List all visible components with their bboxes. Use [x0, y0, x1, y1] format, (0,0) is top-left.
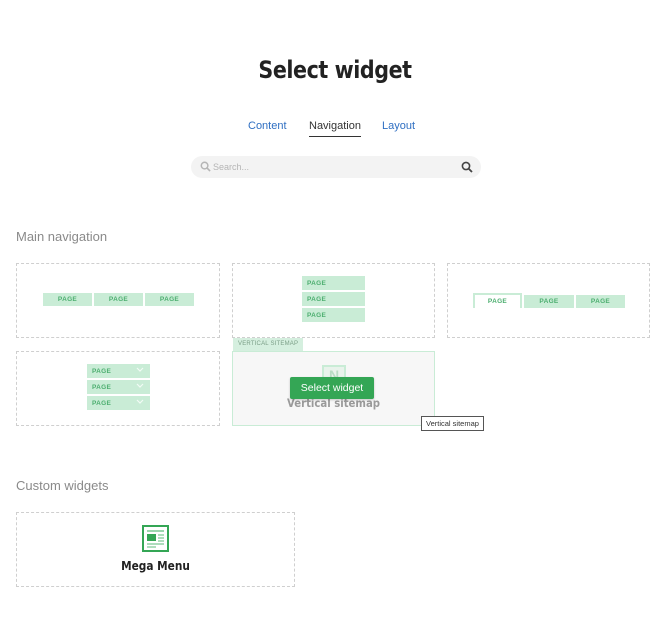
section-title-custom-widgets: Custom widgets	[16, 478, 109, 493]
search-input[interactable]	[213, 156, 453, 178]
page-item: PAGE	[473, 293, 522, 308]
tab-navigation[interactable]: Navigation	[309, 120, 361, 137]
page-item: PAGE	[302, 292, 365, 306]
page-item-label: PAGE	[92, 383, 112, 391]
search-bar	[191, 156, 481, 178]
widget-name: Mega Menu	[121, 559, 190, 573]
page-item: PAGE	[87, 396, 150, 410]
chevron-down-icon	[136, 383, 144, 388]
widget-hover-label: VERTICAL SITEMAP	[233, 338, 304, 351]
widget-card-tabs-nav[interactable]: PAGE PAGE PAGE	[447, 263, 650, 338]
page-item: PAGE	[576, 295, 625, 308]
page-item: PAGE	[94, 293, 143, 306]
page-title: Select widget	[258, 56, 412, 84]
widget-card-vertical-nav[interactable]: PAGE PAGE PAGE	[232, 263, 435, 338]
page-item-label: PAGE	[92, 399, 112, 407]
chevron-down-icon	[136, 399, 144, 404]
page-item: PAGE	[302, 308, 365, 322]
search-submit-icon[interactable]	[461, 161, 473, 173]
widget-card-horizontal-nav[interactable]: PAGE PAGE PAGE	[16, 263, 220, 338]
widget-card-vertical-dropdown-nav[interactable]: PAGE PAGE PAGE	[16, 351, 220, 426]
section-title-main-navigation: Main navigation	[16, 229, 108, 244]
page-item-label: PAGE	[92, 367, 112, 375]
chevron-down-icon	[136, 367, 144, 372]
page-item: PAGE	[145, 293, 194, 306]
tab-layout[interactable]: Layout	[382, 120, 415, 136]
page-item: PAGE	[43, 293, 92, 306]
mega-menu-icon	[142, 525, 169, 552]
search-icon	[200, 161, 211, 172]
page-item: PAGE	[87, 380, 150, 394]
tooltip: Vertical sitemap	[421, 416, 484, 431]
page-item: PAGE	[302, 276, 365, 290]
widget-card-mega-menu[interactable]: Mega Menu	[16, 512, 295, 587]
page-item: PAGE	[524, 295, 574, 308]
category-tabs: Content Navigation Layout	[0, 120, 670, 142]
select-widget-button[interactable]: Select widget	[290, 377, 374, 399]
page-item: PAGE	[87, 364, 150, 378]
tab-content[interactable]: Content	[248, 120, 287, 136]
